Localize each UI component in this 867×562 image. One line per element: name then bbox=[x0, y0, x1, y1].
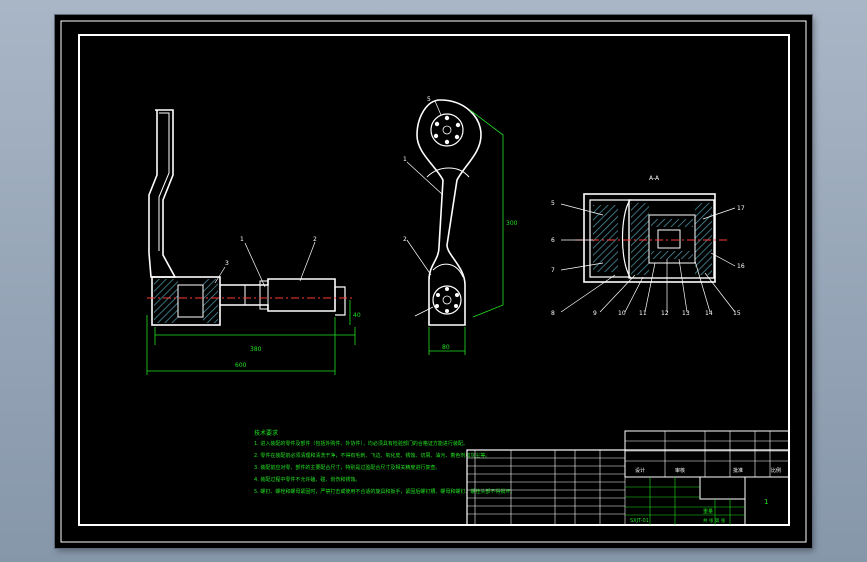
technical-notes: 技术要求 1. 进入装配的零件及部件（包括外购件、外协件），均必须具有检验部门的… bbox=[254, 429, 515, 495]
balloon-left-2: 2 bbox=[313, 236, 317, 243]
label-designer: 设计 bbox=[635, 467, 645, 474]
notes-line-2: 2. 零件在装配前必须清理和清洗干净，不得有毛刺、飞边、氧化皮、锈蚀、切屑、油污… bbox=[254, 452, 490, 459]
label-sheet: 共 张 第 张 bbox=[703, 517, 726, 524]
cad-drawing: 380 600 40 1 2 3 300 80 1 2 5 A-A 5 6 7 … bbox=[60, 20, 807, 543]
balloon-right-3: 7 bbox=[551, 267, 555, 274]
balloon-right-9: 13 bbox=[682, 310, 690, 317]
balloon-left-3: 3 bbox=[225, 260, 229, 267]
dim-middle-1: 300 bbox=[506, 220, 518, 227]
left-view: 380 600 40 1 2 3 bbox=[146, 109, 361, 375]
right-view: A-A 5 6 7 8 9 10 11 12 13 14 15 16 17 bbox=[551, 175, 745, 317]
balloon-right-7: 11 bbox=[639, 310, 647, 317]
dim-left-1: 380 bbox=[250, 346, 262, 353]
balloon-right-4: 8 bbox=[551, 310, 555, 317]
balloon-middle-2: 2 bbox=[403, 236, 407, 243]
balloon-right-11: 15 bbox=[733, 310, 741, 317]
balloon-right-6: 10 bbox=[618, 310, 626, 317]
label-approver: 批准 bbox=[733, 467, 743, 474]
label-weight: 重量 bbox=[703, 508, 713, 515]
drawing-viewport[interactable]: 380 600 40 1 2 3 300 80 1 2 5 A-A 5 6 7 … bbox=[55, 15, 812, 548]
balloon-right-8: 12 bbox=[661, 310, 669, 317]
label-scale: 比例 bbox=[771, 467, 781, 474]
drawing-number: SXJT-01 bbox=[630, 518, 649, 524]
balloon-right-13: 17 bbox=[737, 205, 745, 212]
balloon-right-12: 16 bbox=[737, 263, 745, 270]
dim-middle-2: 80 bbox=[442, 344, 450, 351]
balloon-right-2: 6 bbox=[551, 237, 555, 244]
dim-left-2: 600 bbox=[235, 362, 247, 369]
balloon-middle-3: 5 bbox=[427, 96, 431, 103]
svg-text:A-A: A-A bbox=[649, 175, 660, 182]
balloon-right-10: 14 bbox=[705, 310, 713, 317]
dim-left-3: 40 bbox=[353, 312, 361, 319]
notes-line-1: 1. 进入装配的零件及部件（包括外购件、外协件），均必须具有检验部门的合格证方能… bbox=[254, 440, 468, 447]
notes-title: 技术要求 bbox=[254, 429, 278, 437]
balloon-middle-1: 1 bbox=[403, 156, 407, 163]
middle-view: 300 80 1 2 5 bbox=[403, 96, 518, 355]
balloon-right-1: 5 bbox=[551, 200, 555, 207]
balloon-right-5: 9 bbox=[593, 310, 597, 317]
title-block: 设计 审核 批准 比例 重量 SXJT-01 共 张 第 张 1 bbox=[466, 430, 790, 526]
notes-line-3: 3. 装配前应对零、部件的主要配合尺寸，特别是过盈配合尺寸及相关精度进行复查。 bbox=[254, 464, 440, 471]
notes-line-5: 5. 螺钉、螺栓和螺母紧固时，严禁打击或使用不合适的旋具和扳手，紧固后螺钉槽、螺… bbox=[254, 488, 515, 495]
sheet-number: 1 bbox=[764, 498, 768, 506]
notes-line-4: 4. 装配过程中零件不允许磕、碰、划伤和锈蚀。 bbox=[254, 476, 360, 483]
balloon-left-1: 1 bbox=[240, 236, 244, 243]
label-checker: 审核 bbox=[675, 467, 685, 474]
